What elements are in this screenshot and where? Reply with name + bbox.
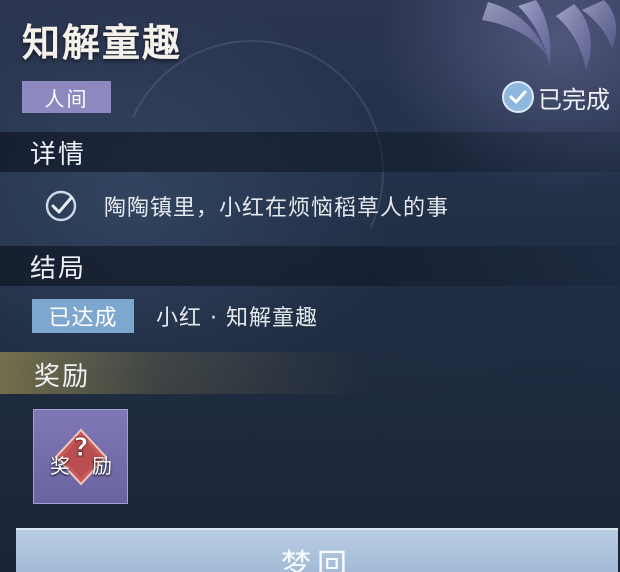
butterfly-emblem-icon [482,0,617,70]
ending-item: 已达成 小红 · 知解童趣 [32,298,318,334]
reward-item-label: 奖 励 [50,450,112,479]
checkmark-icon [45,190,77,222]
dream-return-button[interactable]: 梦回 [16,528,618,572]
ending-achieved-badge: 已达成 [32,299,134,333]
dream-return-button-label: 梦回 [281,548,353,572]
reward-section-band [0,352,620,394]
reward-item-slot[interactable]: ? 奖 励 [33,409,128,504]
realm-tag: 人间 [22,81,111,113]
ending-heading: 结局 [30,254,87,284]
reward-item-label-left: 奖 [50,454,70,478]
quest-title: 知解童趣 [22,21,183,65]
reward-item-label-right: 励 [92,454,112,478]
completion-status-label: 已完成 [538,85,610,114]
reward-heading: 奖励 [34,362,91,392]
ending-name: 小红 · 知解童趣 [156,306,318,331]
check-circle-icon [502,81,534,113]
ending-section-band [0,246,620,286]
detail-item: 陶陶镇里，小红在烦恼稻草人的事 [44,188,449,224]
quest-detail-panel: 知解童趣 人间 已完成 详情 陶陶镇里，小红在烦恼稻草人的事 结局 已达成 小红… [0,0,620,572]
detail-item-text: 陶陶镇里，小红在烦恼稻草人的事 [104,196,450,221]
details-heading: 详情 [30,140,87,170]
details-section-band [0,132,620,172]
completion-status: 已完成 [502,80,610,114]
